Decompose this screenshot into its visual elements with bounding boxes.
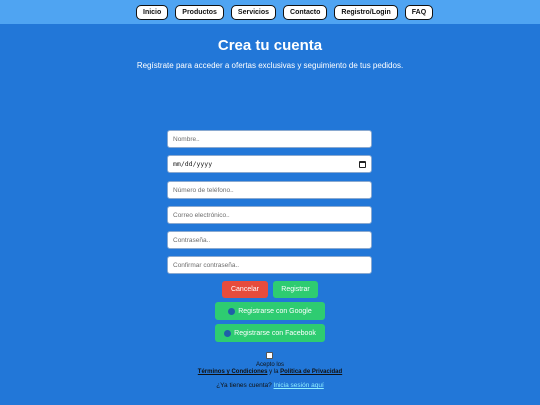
google-signup-label: Registrarse con Google <box>238 307 312 315</box>
email-input[interactable] <box>167 206 372 224</box>
top-navigation-bar: Inicio Productos Servicios Contacto Regi… <box>0 0 540 24</box>
nav-item-inicio[interactable]: Inicio <box>136 5 169 20</box>
page-subtitle: Regístrate para acceder a ofertas exclus… <box>136 61 404 70</box>
birthdate-input[interactable]: mm/dd/yyyy <box>167 155 372 173</box>
nav-menu: Inicio Productos Servicios Contacto Regi… <box>136 5 434 20</box>
login-prompt: ¿Ya tienes cuenta? Inicia sesión aquí <box>0 382 540 389</box>
calendar-icon[interactable] <box>359 160 366 168</box>
terms-links: Términos y Condiciones y la Política de … <box>0 369 540 375</box>
birthdate-placeholder: mm/dd/yyyy <box>173 160 213 168</box>
terms-link[interactable]: Términos y Condiciones <box>198 369 268 375</box>
privacy-link[interactable]: Política de Privacidad <box>280 369 342 375</box>
name-input[interactable] <box>167 130 372 148</box>
nav-item-faq[interactable]: FAQ <box>404 5 434 20</box>
google-icon <box>228 307 236 315</box>
facebook-icon <box>224 329 232 337</box>
register-button[interactable]: Registrar <box>273 281 318 298</box>
login-link[interactable]: Inicia sesión aquí <box>274 382 324 389</box>
login-question: ¿Ya tienes cuenta? <box>216 382 274 389</box>
nav-item-contacto[interactable]: Contacto <box>283 5 328 20</box>
terms-checkbox[interactable] <box>266 352 273 359</box>
nav-item-servicios[interactable]: Servicios <box>230 5 277 20</box>
terms-and-text: y la <box>267 369 281 375</box>
phone-input[interactable] <box>167 181 372 199</box>
confirm-password-input[interactable] <box>167 256 372 274</box>
page-title: Crea tu cuenta <box>217 37 323 54</box>
cancel-button[interactable]: Cancelar <box>222 281 268 298</box>
facebook-signup-button[interactable]: Registrarse con Facebook <box>215 324 325 342</box>
nav-item-registro-login[interactable]: Registro/Login <box>334 5 398 20</box>
facebook-signup-label: Registrarse con Facebook <box>234 329 316 337</box>
password-input[interactable] <box>167 231 372 249</box>
terms-accept-text: Acepto los <box>255 362 285 368</box>
google-signup-button[interactable]: Registrarse con Google <box>215 302 325 320</box>
nav-item-productos[interactable]: Productos <box>175 5 224 20</box>
